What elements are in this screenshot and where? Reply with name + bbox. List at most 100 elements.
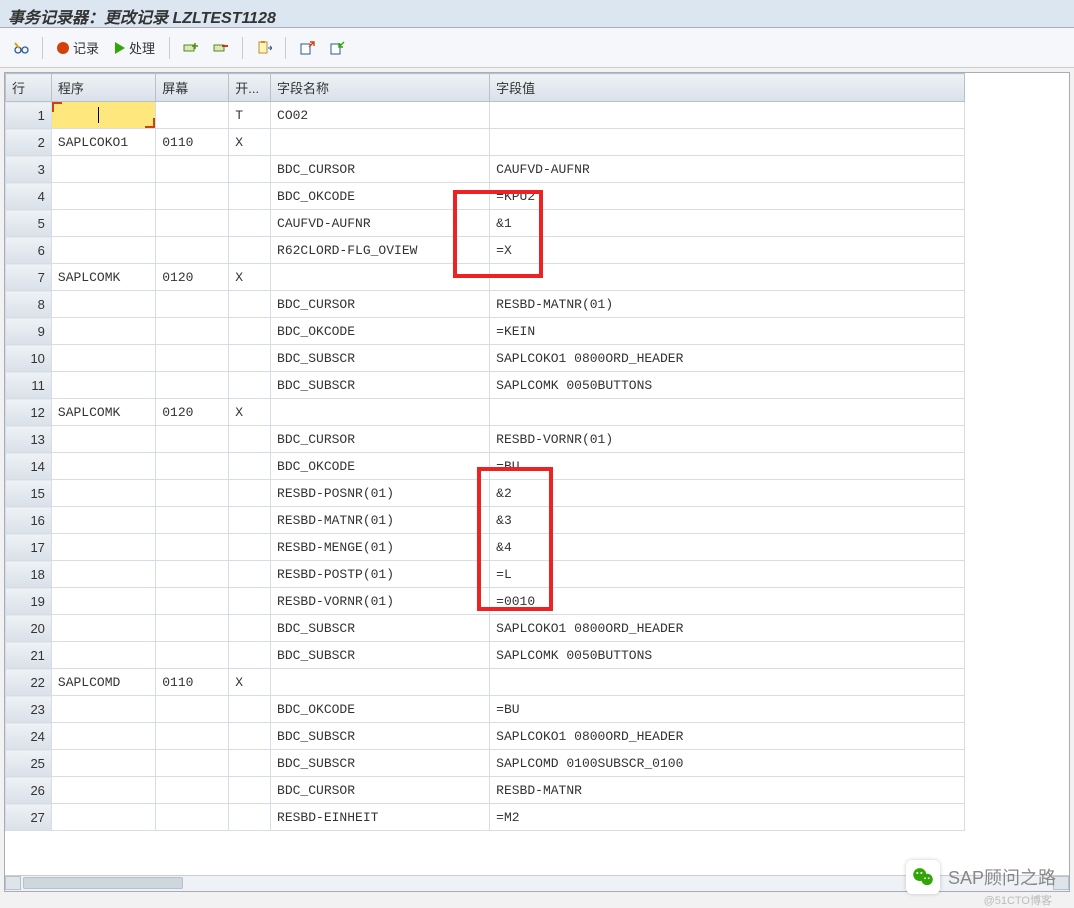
cell-screen[interactable] xyxy=(156,777,229,804)
cell-start[interactable] xyxy=(229,453,271,480)
cell-field-name[interactable] xyxy=(271,264,490,291)
cell-program[interactable] xyxy=(51,210,155,237)
table-row[interactable]: 27RESBD-EINHEIT=M2 xyxy=(6,804,965,831)
cell-field-value[interactable]: RESBD-MATNR(01) xyxy=(490,291,965,318)
cell-screen[interactable] xyxy=(156,237,229,264)
table-row[interactable]: 20BDC_SUBSCRSAPLCOKO1 0800ORD_HEADER xyxy=(6,615,965,642)
row-number[interactable]: 23 xyxy=(6,696,52,723)
cell-start[interactable]: X xyxy=(229,129,271,156)
cell-start[interactable] xyxy=(229,696,271,723)
table-row[interactable]: 8 BDC_CURSORRESBD-MATNR(01) xyxy=(6,291,965,318)
cell-field-name[interactable]: BDC_SUBSCR xyxy=(271,723,490,750)
cell-program[interactable] xyxy=(51,480,155,507)
row-number[interactable]: 8 xyxy=(6,291,52,318)
row-number[interactable]: 10 xyxy=(6,345,52,372)
cell-program[interactable] xyxy=(51,723,155,750)
cell-start[interactable] xyxy=(229,723,271,750)
cell-field-name[interactable]: BDC_OKCODE xyxy=(271,183,490,210)
cell-screen[interactable] xyxy=(156,426,229,453)
cell-screen[interactable] xyxy=(156,588,229,615)
cell-field-value[interactable]: RESBD-VORNR(01) xyxy=(490,426,965,453)
cell-field-value[interactable]: SAPLCOMK 0050BUTTONS xyxy=(490,372,965,399)
row-number[interactable]: 14 xyxy=(6,453,52,480)
screen-nav-button[interactable] xyxy=(251,36,277,60)
cell-screen[interactable] xyxy=(156,750,229,777)
cell-program[interactable] xyxy=(51,588,155,615)
cell-program[interactable] xyxy=(51,183,155,210)
cell-screen[interactable] xyxy=(156,183,229,210)
cell-start[interactable] xyxy=(229,480,271,507)
cell-start[interactable] xyxy=(229,345,271,372)
cell-program[interactable] xyxy=(51,102,155,129)
cell-program[interactable] xyxy=(51,750,155,777)
cell-screen[interactable] xyxy=(156,642,229,669)
cell-field-value[interactable] xyxy=(490,264,965,291)
cell-field-name[interactable]: CO02 xyxy=(271,102,490,129)
table-row[interactable]: 2SAPLCOKO10110X xyxy=(6,129,965,156)
table-row[interactable]: 26BDC_CURSORRESBD-MATNR xyxy=(6,777,965,804)
cell-field-name[interactable]: RESBD-POSTP(01) xyxy=(271,561,490,588)
cell-field-value[interactable]: SAPLCOKO1 0800ORD_HEADER xyxy=(490,615,965,642)
cell-field-name[interactable]: RESBD-VORNR(01) xyxy=(271,588,490,615)
cell-field-name[interactable] xyxy=(271,399,490,426)
row-number[interactable]: 13 xyxy=(6,426,52,453)
table-row[interactable]: 7SAPLCOMK0120X xyxy=(6,264,965,291)
cell-start[interactable] xyxy=(229,642,271,669)
cell-start[interactable]: X xyxy=(229,399,271,426)
cell-screen[interactable] xyxy=(156,372,229,399)
cell-program[interactable] xyxy=(51,507,155,534)
cell-screen[interactable]: 0110 xyxy=(156,129,229,156)
cell-field-value[interactable] xyxy=(490,669,965,696)
cell-field-value[interactable] xyxy=(490,129,965,156)
record-button[interactable]: 记录 xyxy=(51,36,105,60)
grid-scroll[interactable]: 行 程序 屏幕 开... 字段名称 字段值 1TCO022SAPLCOKO101… xyxy=(5,73,1069,875)
row-number[interactable]: 4 xyxy=(6,183,52,210)
row-number[interactable]: 9 xyxy=(6,318,52,345)
cell-field-name[interactable]: BDC_CURSOR xyxy=(271,291,490,318)
cell-program[interactable] xyxy=(51,534,155,561)
cell-screen[interactable]: 0110 xyxy=(156,669,229,696)
cell-screen[interactable] xyxy=(156,804,229,831)
cell-field-value[interactable]: RESBD-MATNR xyxy=(490,777,965,804)
scroll-left-button[interactable] xyxy=(5,876,21,890)
cell-start[interactable]: X xyxy=(229,264,271,291)
table-row[interactable]: 4BDC_OKCODE=KPU2 xyxy=(6,183,965,210)
import-button[interactable] xyxy=(324,36,350,60)
cell-program[interactable] xyxy=(51,291,155,318)
cell-screen[interactable] xyxy=(156,615,229,642)
cell-field-name[interactable]: BDC_OKCODE xyxy=(271,453,490,480)
cell-screen[interactable] xyxy=(156,318,229,345)
row-number[interactable]: 26 xyxy=(6,777,52,804)
table-row[interactable]: 15RESBD-POSNR(01)&2 xyxy=(6,480,965,507)
row-number[interactable]: 24 xyxy=(6,723,52,750)
cell-field-value[interactable]: =L xyxy=(490,561,965,588)
cell-screen[interactable]: 0120 xyxy=(156,399,229,426)
cell-field-value[interactable]: CAUFVD-AUFNR xyxy=(490,156,965,183)
cell-screen[interactable] xyxy=(156,507,229,534)
cell-field-value[interactable]: &4 xyxy=(490,534,965,561)
row-number[interactable]: 6 xyxy=(6,237,52,264)
row-number[interactable]: 15 xyxy=(6,480,52,507)
cell-field-value[interactable]: &1 xyxy=(490,210,965,237)
row-number[interactable]: 2 xyxy=(6,129,52,156)
cell-field-value[interactable]: SAPLCOMK 0050BUTTONS xyxy=(490,642,965,669)
row-number[interactable]: 1 xyxy=(6,102,52,129)
cell-field-name[interactable] xyxy=(271,129,490,156)
cell-program[interactable]: SAPLCOMK xyxy=(51,264,155,291)
col-program[interactable]: 程序 xyxy=(51,74,155,102)
table-row[interactable]: 23BDC_OKCODE=BU xyxy=(6,696,965,723)
row-number[interactable]: 25 xyxy=(6,750,52,777)
table-row[interactable]: 24BDC_SUBSCRSAPLCOKO1 0800ORD_HEADER xyxy=(6,723,965,750)
cell-screen[interactable] xyxy=(156,102,229,129)
row-number[interactable]: 16 xyxy=(6,507,52,534)
table-row[interactable]: 17RESBD-MENGE(01)&4 xyxy=(6,534,965,561)
cell-field-value[interactable]: &3 xyxy=(490,507,965,534)
cell-screen[interactable] xyxy=(156,345,229,372)
cell-screen[interactable] xyxy=(156,291,229,318)
table-row[interactable]: 25BDC_SUBSCRSAPLCOMD 0100SUBSCR_0100 xyxy=(6,750,965,777)
cell-field-name[interactable]: BDC_SUBSCR xyxy=(271,615,490,642)
cell-field-value[interactable]: =KEIN xyxy=(490,318,965,345)
cell-field-value[interactable]: =BU xyxy=(490,696,965,723)
export-button[interactable] xyxy=(294,36,320,60)
col-field-name[interactable]: 字段名称 xyxy=(271,74,490,102)
